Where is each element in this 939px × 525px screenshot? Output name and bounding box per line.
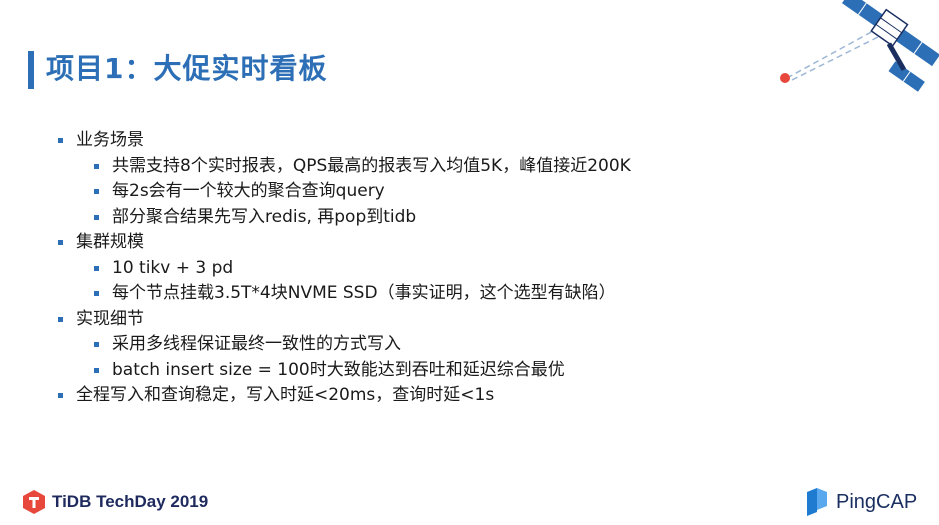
footer-brand-right: PingCAP [805, 488, 917, 516]
list-item: 全程写入和查询稳定，写入时延<20ms，查询时延<1s [58, 383, 631, 409]
bullet-text: 共需支持8个实时报表，QPS最高的报表写入均值5K，峰值接近200K [112, 155, 631, 176]
list-item: 部分聚合结果先写入redis, 再pop到tidb [58, 205, 631, 231]
footer-brand-left: TiDB TechDay 2019 [22, 489, 208, 515]
satellite-icon [780, 0, 939, 92]
bullet-text: 集群规模 [76, 232, 144, 252]
bullet-square-icon [94, 342, 99, 347]
title-accent-bar [28, 51, 34, 89]
bullet-square-icon [94, 163, 99, 169]
bullet-square-icon [58, 240, 63, 245]
bullet-text: 10 tikv + 3 pd [112, 257, 234, 278]
bullet-text: 业务场景 [76, 130, 144, 150]
list-item: batch insert size = 100时大致能达到吞吐和延迟综合最优 [58, 358, 631, 384]
bullet-square-icon [94, 189, 99, 194]
pingcap-logo-icon [807, 488, 827, 516]
bullet-square-icon [94, 291, 99, 296]
list-item: 每个节点挂载3.5T*4块NVME SSD（事实证明，这个选型有缺陷） [58, 281, 631, 307]
bullet-text: 全程写入和查询稳定，写入时延<20ms，查询时延<1s [76, 385, 495, 405]
list-item: 采用多线程保证最终一致性的方式写入 [58, 332, 631, 358]
list-item: 每2s会有一个较大的聚合查询query [58, 179, 631, 205]
bullet-square-icon [94, 265, 99, 271]
bullet-text: 每2s会有一个较大的聚合查询query [112, 181, 385, 201]
list-item: 10 tikv + 3 pd [58, 256, 631, 282]
list-item: 集群规模 [58, 230, 631, 256]
bullet-square-icon [94, 214, 99, 220]
bullet-text: batch insert size = 100时大致能达到吞吐和延迟综合最优 [112, 359, 565, 380]
bullet-square-icon [58, 316, 63, 322]
bullet-text: 部分聚合结果先写入redis, 再pop到tidb [112, 206, 417, 227]
tidb-logo-icon [23, 490, 45, 514]
list-item: 共需支持8个实时报表，QPS最高的报表写入均值5K，峰值接近200K [58, 154, 631, 180]
bullet-list: 业务场景 共需支持8个实时报表，QPS最高的报表写入均值5K，峰值接近200K … [58, 128, 631, 409]
footer-left-text: TiDB TechDay 2019 [52, 492, 209, 511]
bullet-text: 每个节点挂载3.5T*4块NVME SSD（事实证明，这个选型有缺陷） [112, 283, 616, 303]
bullet-square-icon [58, 138, 63, 143]
bullet-text: 实现细节 [76, 308, 144, 329]
bullet-square-icon [58, 393, 63, 398]
bullet-square-icon [94, 367, 99, 373]
list-item: 实现细节 [58, 307, 631, 333]
slide-title: 项目1：大促实时看板 [46, 52, 328, 85]
footer-right-text: PingCAP [836, 490, 918, 513]
bullet-text: 采用多线程保证最终一致性的方式写入 [112, 334, 401, 354]
list-item: 业务场景 [58, 128, 631, 154]
